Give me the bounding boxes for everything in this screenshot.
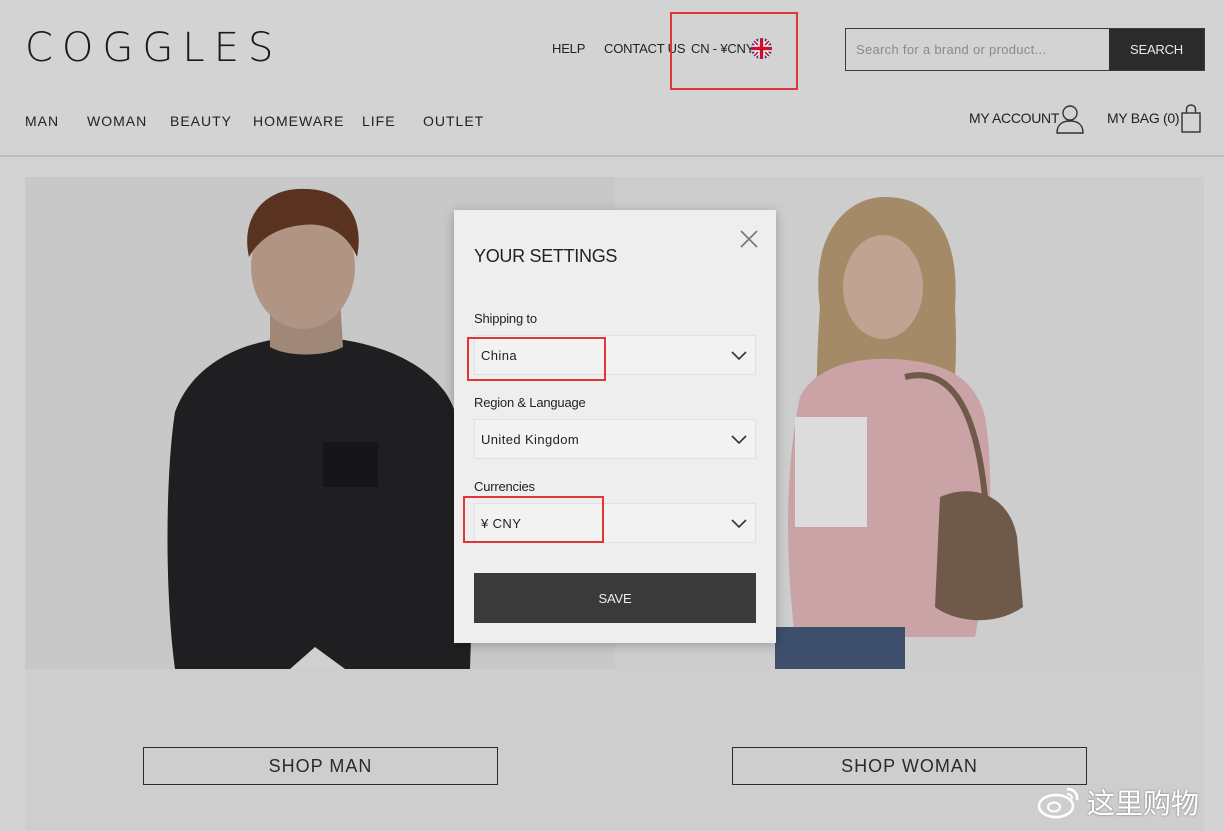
nav-item-life[interactable]: LIFE	[362, 112, 396, 130]
region-language-value: United Kingdom	[481, 432, 580, 447]
nav-item-man[interactable]: MAN	[25, 112, 59, 130]
highlight-currency-select	[463, 496, 604, 543]
header-divider	[0, 155, 1224, 157]
weibo-logo-icon	[1037, 787, 1079, 819]
chevron-down-icon	[731, 351, 747, 361]
user-icon[interactable]	[1054, 102, 1086, 134]
shopping-bag-icon[interactable]	[1180, 102, 1202, 134]
help-link[interactable]: HELP	[552, 41, 585, 57]
region-language-label: Region & Language	[474, 395, 586, 410]
chevron-down-icon	[731, 519, 747, 529]
close-icon[interactable]	[738, 228, 760, 250]
search-button[interactable]: SEARCH	[1109, 29, 1204, 70]
nav-item-woman[interactable]: WOMAN	[87, 112, 147, 130]
chevron-down-icon	[731, 435, 747, 445]
nav-item-beauty[interactable]: BEAUTY	[170, 112, 232, 130]
my-bag-link[interactable]: MY BAG (0)	[1107, 110, 1180, 126]
search-bar: SEARCH	[845, 28, 1205, 71]
shop-woman-button[interactable]: SHOP WOMAN	[732, 747, 1087, 785]
highlight-shipping-select	[467, 337, 606, 381]
save-button[interactable]: SAVE	[474, 573, 756, 623]
region-language-select[interactable]: United Kingdom	[474, 419, 756, 459]
site-logo[interactable]: COGGLES	[25, 26, 282, 70]
settings-modal: YOUR SETTINGS Shipping to China Region &…	[454, 210, 776, 643]
watermark: 这里购物	[1037, 782, 1199, 822]
shop-man-button[interactable]: SHOP MAN	[143, 747, 498, 785]
nav-item-homeware[interactable]: HOMEWARE	[253, 112, 344, 130]
search-input[interactable]	[846, 29, 1109, 70]
currencies-label: Currencies	[474, 479, 535, 494]
highlight-currency-link	[670, 12, 798, 90]
watermark-text: 这里购物	[1087, 787, 1200, 820]
nav-item-outlet[interactable]: OUTLET	[423, 112, 484, 130]
modal-title: YOUR SETTINGS	[474, 246, 618, 266]
my-account-link[interactable]: MY ACCOUNT	[969, 110, 1059, 126]
shipping-to-label: Shipping to	[474, 311, 537, 326]
